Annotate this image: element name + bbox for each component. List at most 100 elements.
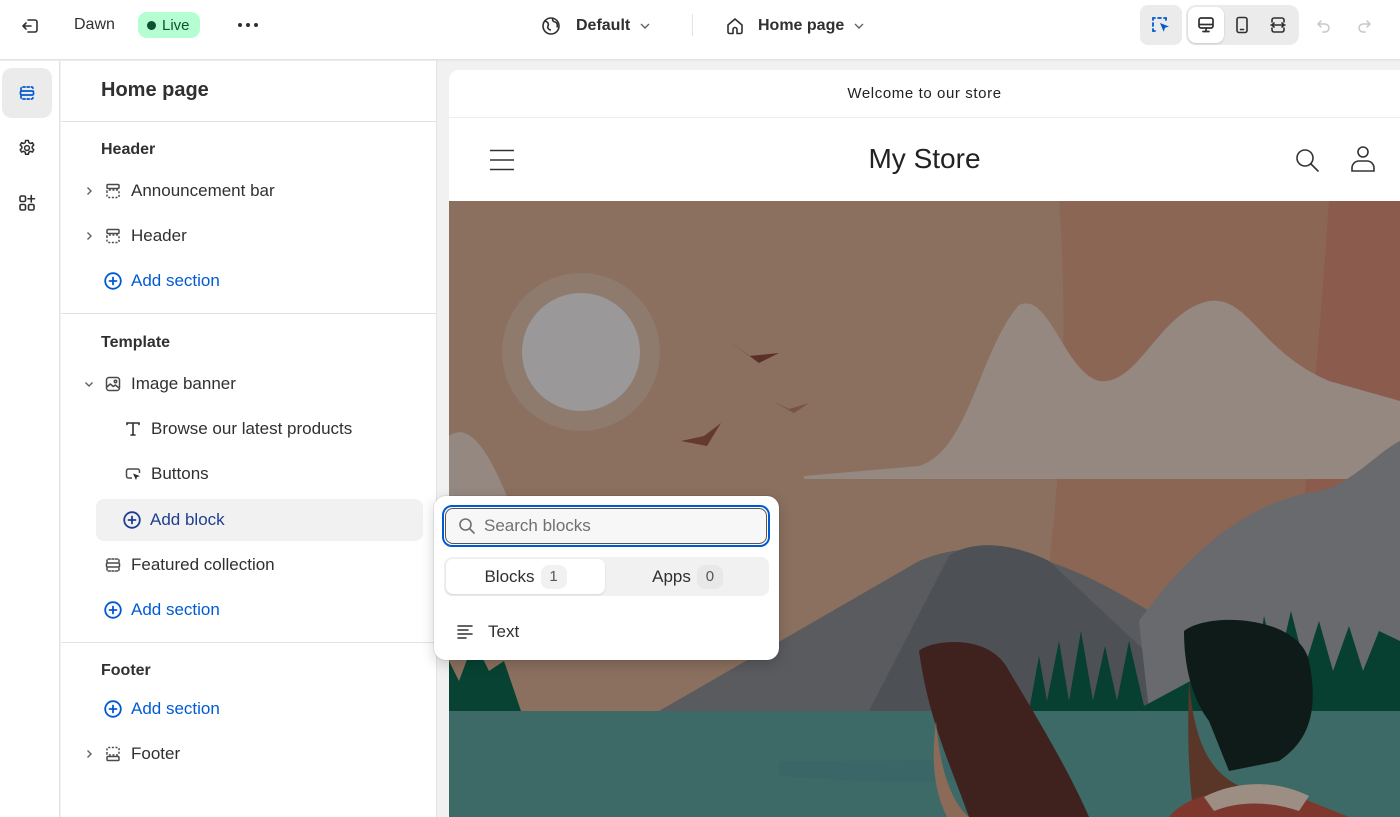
search-field-inner (445, 508, 767, 544)
account-icon[interactable] (1350, 145, 1376, 173)
page-selector[interactable]: Home page (724, 12, 866, 40)
section-icon (103, 555, 123, 575)
section-item-footer[interactable]: Footer (81, 734, 423, 774)
text-block-icon (123, 419, 143, 439)
page-label: Home page (758, 17, 845, 34)
home-icon (727, 18, 743, 35)
section-item-featured-collection[interactable]: Featured collection (81, 545, 423, 585)
mobile-icon (1236, 16, 1248, 34)
status-badge: Live (138, 12, 200, 38)
tab-label: Blocks (484, 566, 535, 586)
plus-circle-icon (103, 699, 123, 719)
rail-app-embeds-button[interactable] (2, 178, 52, 228)
locale-selector[interactable]: Default (540, 12, 652, 40)
store-preview[interactable]: Welcome to our store My Store (449, 70, 1400, 817)
footer-section-icon (103, 744, 123, 764)
add-section-label: Add section (131, 600, 220, 619)
section-label: Announcement bar (131, 181, 275, 200)
plus-circle-icon (103, 271, 123, 291)
header-section-icon (103, 181, 123, 201)
undo-icon (1317, 20, 1330, 33)
count-badge: 1 (540, 564, 567, 589)
group-title-template: Template (101, 334, 171, 351)
group-title-footer: Footer (101, 662, 151, 679)
exit-button[interactable] (14, 12, 46, 40)
chevron-down-icon (640, 23, 650, 29)
block-option-label: Text (488, 622, 520, 641)
header-section-icon (103, 226, 123, 246)
block-type-tabs: Blocks 1 Apps 0 (444, 557, 769, 596)
ellipsis-icon (238, 23, 242, 27)
block-option-text[interactable]: Text (444, 614, 769, 650)
add-section-template-button[interactable]: Add section (81, 590, 423, 630)
section-label: Header (131, 226, 187, 245)
viewport-mobile-button[interactable] (1224, 7, 1260, 43)
tab-blocks[interactable]: Blocks 1 (446, 559, 605, 594)
sidebar-title: Home page (101, 79, 209, 101)
section-item-announcement-bar[interactable]: Announcement bar (81, 171, 423, 211)
text-align-icon (457, 625, 473, 639)
group-title-header: Header (101, 141, 156, 158)
chevron-right-icon[interactable] (81, 185, 97, 197)
store-header[interactable]: My Store (449, 119, 1400, 201)
toolbar-divider (692, 14, 693, 36)
viewport-desktop-button[interactable] (1188, 7, 1224, 43)
desktop-icon (1198, 17, 1214, 33)
add-section-header-button[interactable]: Add section (81, 261, 423, 301)
add-block-button[interactable]: Add block (96, 499, 423, 541)
store-name[interactable]: My Store (449, 143, 1400, 175)
rail-theme-settings-button[interactable] (2, 123, 52, 173)
search-icon[interactable] (1294, 147, 1320, 173)
locale-label: Default (576, 17, 631, 34)
more-actions-button[interactable] (234, 12, 262, 38)
chevron-down-icon (854, 23, 864, 29)
add-block-label: Add block (150, 510, 225, 529)
expand-horizontal-icon (1270, 17, 1286, 33)
chevron-down-icon[interactable] (81, 378, 97, 390)
add-section-label: Add section (131, 699, 220, 718)
count-badge: 0 (696, 564, 723, 589)
announcement-bar[interactable]: Welcome to our store (449, 70, 1400, 118)
block-item-buttons[interactable]: Buttons (81, 454, 423, 494)
status-badge-label: Live (162, 16, 190, 34)
divider (61, 642, 437, 643)
divider (61, 121, 437, 122)
chevron-right-icon[interactable] (81, 748, 97, 760)
apps-add-icon (19, 194, 36, 211)
search-blocks-field[interactable] (442, 505, 770, 547)
redo-icon (1358, 20, 1371, 33)
search-icon (459, 518, 475, 534)
section-item-image-banner[interactable]: Image banner (81, 364, 423, 404)
rail-sections-button[interactable] (2, 68, 52, 118)
viewport-fullwidth-button[interactable] (1260, 7, 1296, 43)
block-item-text[interactable]: Browse our latest products (81, 409, 423, 449)
block-label: Browse our latest products (151, 419, 353, 438)
ellipsis-dot (254, 23, 258, 27)
image-section-icon (103, 374, 123, 394)
section-label: Image banner (131, 374, 236, 393)
section-item-header[interactable]: Header (81, 216, 423, 256)
section-label: Footer (131, 744, 181, 763)
globe-icon (542, 17, 560, 35)
undo-button[interactable] (1310, 12, 1338, 40)
tab-apps[interactable]: Apps 0 (608, 559, 767, 594)
button-block-icon (123, 464, 143, 484)
tab-label: Apps (652, 566, 691, 586)
select-cursor-icon (1152, 17, 1169, 32)
add-section-footer-button[interactable]: Add section (81, 689, 423, 729)
plus-circle-icon (103, 600, 123, 620)
chevron-right-icon[interactable] (81, 230, 97, 242)
section-label: Featured collection (131, 555, 275, 574)
redo-button[interactable] (1350, 12, 1378, 40)
search-blocks-input[interactable] (484, 516, 744, 536)
add-section-label: Add section (131, 271, 220, 290)
icon-rail (0, 61, 60, 817)
sun (522, 293, 640, 411)
viewport-switcher (1186, 5, 1299, 45)
ellipsis-dot (246, 23, 250, 27)
sections-icon (19, 86, 35, 100)
status-dot (147, 20, 156, 30)
top-bar: Dawn Live Default Home page (0, 0, 1400, 60)
inspector-toggle-button[interactable] (1140, 5, 1182, 45)
sections-sidebar: Home page Header Announcement bar Header… (61, 61, 437, 817)
